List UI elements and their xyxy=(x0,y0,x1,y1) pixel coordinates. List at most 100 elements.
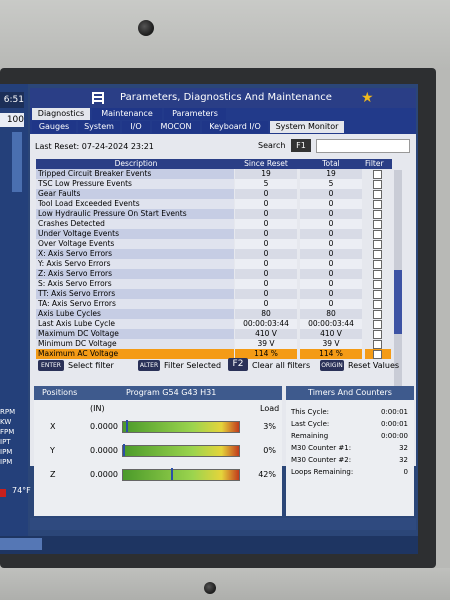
filter-checkbox[interactable] xyxy=(373,200,382,209)
table-row[interactable]: Minimum DC Voltage 39 V 39 V xyxy=(36,339,392,349)
enter-key[interactable]: ENTER xyxy=(38,360,64,371)
timer-label: Last Cycle: xyxy=(291,420,330,428)
row-total: 0 xyxy=(300,239,362,249)
filter-checkbox[interactable] xyxy=(373,320,382,329)
table-row[interactable]: Tool Load Exceeded Events 0 0 xyxy=(36,199,392,209)
table-row[interactable]: TSC Low Pressure Events 5 5 xyxy=(36,179,392,189)
surface-fpm-label: FPM xyxy=(0,428,15,436)
row-filter-cell xyxy=(365,229,391,239)
tab-maintenance[interactable]: Maintenance xyxy=(92,108,162,120)
table-row[interactable]: Maximum AC Voltage 114 % 114 % xyxy=(36,349,392,359)
control-screen: 6:51 100 RPM KW FPM IPT IPM IPM 74°F Par… xyxy=(0,84,418,554)
filter-checkbox[interactable] xyxy=(373,180,382,189)
filter-checkbox[interactable] xyxy=(373,340,382,349)
row-total: 00:00:03:44 xyxy=(300,319,362,329)
table-row[interactable]: Low Hydraulic Pressure On Start Events 0 0 xyxy=(36,209,392,219)
f2-key[interactable]: F2 xyxy=(228,358,248,371)
row-filter-cell xyxy=(365,299,391,309)
bottom-button[interactable] xyxy=(0,538,42,550)
table-row[interactable]: Over Voltage Events 0 0 xyxy=(36,239,392,249)
table-row[interactable]: Z: Axis Servo Errors 0 0 xyxy=(36,269,392,279)
table-row[interactable]: Gear Faults 0 0 xyxy=(36,189,392,199)
filter-checkbox[interactable] xyxy=(373,350,382,359)
search-input[interactable] xyxy=(316,139,410,153)
table-row[interactable]: TA: Axis Servo Errors 0 0 xyxy=(36,299,392,309)
row-since-reset: 0 xyxy=(235,229,297,239)
row-description: Z: Axis Servo Errors xyxy=(36,269,234,279)
axis-load: 42% xyxy=(258,470,276,479)
row-total: 80 xyxy=(300,309,362,319)
row-since-reset: 0 xyxy=(235,259,297,269)
menu-icon[interactable] xyxy=(92,92,104,104)
filter-checkbox[interactable] xyxy=(373,220,382,229)
timer-label: Remaining xyxy=(291,432,329,440)
axis-letter: Y xyxy=(50,446,55,455)
filter-checkbox[interactable] xyxy=(373,270,382,279)
table-row[interactable]: Y: Axis Servo Errors 0 0 xyxy=(36,259,392,269)
tab-parameters[interactable]: Parameters xyxy=(164,108,226,120)
row-description: Tool Load Exceeded Events xyxy=(36,199,234,209)
tab-io[interactable]: I/O xyxy=(122,121,150,133)
origin-key[interactable]: ORIGIN xyxy=(320,360,344,371)
tab-system[interactable]: System xyxy=(78,121,120,133)
tab-system-monitor[interactable]: System Monitor xyxy=(270,121,344,133)
filter-checkbox[interactable] xyxy=(373,280,382,289)
row-since-reset: 0 xyxy=(235,279,297,289)
table-row[interactable]: Under Voltage Events 0 0 xyxy=(36,229,392,239)
axis-load: 3% xyxy=(263,422,276,431)
timers-panel: Timers And Counters This Cycle: 0:00:01 La… xyxy=(286,386,414,516)
table-scroll-thumb[interactable] xyxy=(394,270,402,334)
positions-title: Positions xyxy=(42,388,78,397)
filter-checkbox[interactable] xyxy=(373,210,382,219)
tab-mocon[interactable]: MOCON xyxy=(152,121,200,133)
filter-checkbox[interactable] xyxy=(373,230,382,239)
row-filter-cell xyxy=(365,169,391,179)
row-filter-cell xyxy=(365,289,391,299)
table-row[interactable]: TT: Axis Servo Errors 0 0 xyxy=(36,289,392,299)
filter-checkbox[interactable] xyxy=(373,290,382,299)
table-row[interactable]: S: Axis Servo Errors 0 0 xyxy=(36,279,392,289)
row-since-reset: 0 xyxy=(235,199,297,209)
filter-checkbox[interactable] xyxy=(373,190,382,199)
filter-checkbox[interactable] xyxy=(373,170,382,179)
load-bar xyxy=(122,445,240,457)
row-description: Y: Axis Servo Errors xyxy=(36,259,234,269)
row-since-reset: 0 xyxy=(235,209,297,219)
tab-gauges[interactable]: Gauges xyxy=(32,121,76,133)
table-header: Description Since Reset Total Filter xyxy=(36,159,392,169)
filter-checkbox[interactable] xyxy=(373,240,382,249)
units-label: (IN) xyxy=(90,404,105,413)
filter-checkbox[interactable] xyxy=(373,310,382,319)
alter-key[interactable]: ALTER xyxy=(138,360,160,371)
tab-diagnostics[interactable]: Diagnostics xyxy=(32,108,90,120)
positions-header: Positions Program G54 G43 H31 xyxy=(34,386,282,400)
filter-checkbox[interactable] xyxy=(373,250,382,259)
filter-checkbox[interactable] xyxy=(373,300,382,309)
left-scrollbar[interactable] xyxy=(12,132,22,192)
search-key-f1[interactable]: F1 xyxy=(291,139,311,152)
row-filter-cell xyxy=(365,339,391,349)
table-row[interactable]: Axis Lube Cycles 80 80 xyxy=(36,309,392,319)
row-description: X: Axis Servo Errors xyxy=(36,249,234,259)
row-total: 410 V xyxy=(300,329,362,339)
row-since-reset: 19 xyxy=(235,169,297,179)
row-filter-cell xyxy=(365,239,391,249)
table-row[interactable]: Last Axis Lube Cycle 00:00:03:44 00:00:03:… xyxy=(36,319,392,329)
filter-checkbox[interactable] xyxy=(373,330,382,339)
table-row[interactable]: Crashes Detected 0 0 xyxy=(36,219,392,229)
timer-value: 32 xyxy=(399,444,408,452)
favorite-star-icon[interactable]: ★ xyxy=(361,90,374,106)
table-row[interactable]: Maximum DC Voltage 410 V 410 V xyxy=(36,329,392,339)
table-row[interactable]: X: Axis Servo Errors 0 0 xyxy=(36,249,392,259)
reset-values-hint: Reset Values xyxy=(348,361,400,370)
chip-ipt-label: IPT xyxy=(0,438,11,446)
tab-keyboard-io[interactable]: Keyboard I/O xyxy=(202,121,268,133)
row-total: 0 xyxy=(300,219,362,229)
row-description: Over Voltage Events xyxy=(36,239,234,249)
spindle-kw-label: KW xyxy=(0,418,12,426)
positions-panel: Positions Program G54 G43 H31 (IN) Load … xyxy=(34,386,282,516)
filter-checkbox[interactable] xyxy=(373,260,382,269)
load-bar xyxy=(122,469,240,481)
machine-housing-bottom xyxy=(0,568,450,600)
table-row[interactable]: Tripped Circuit Breaker Events 19 19 xyxy=(36,169,392,179)
